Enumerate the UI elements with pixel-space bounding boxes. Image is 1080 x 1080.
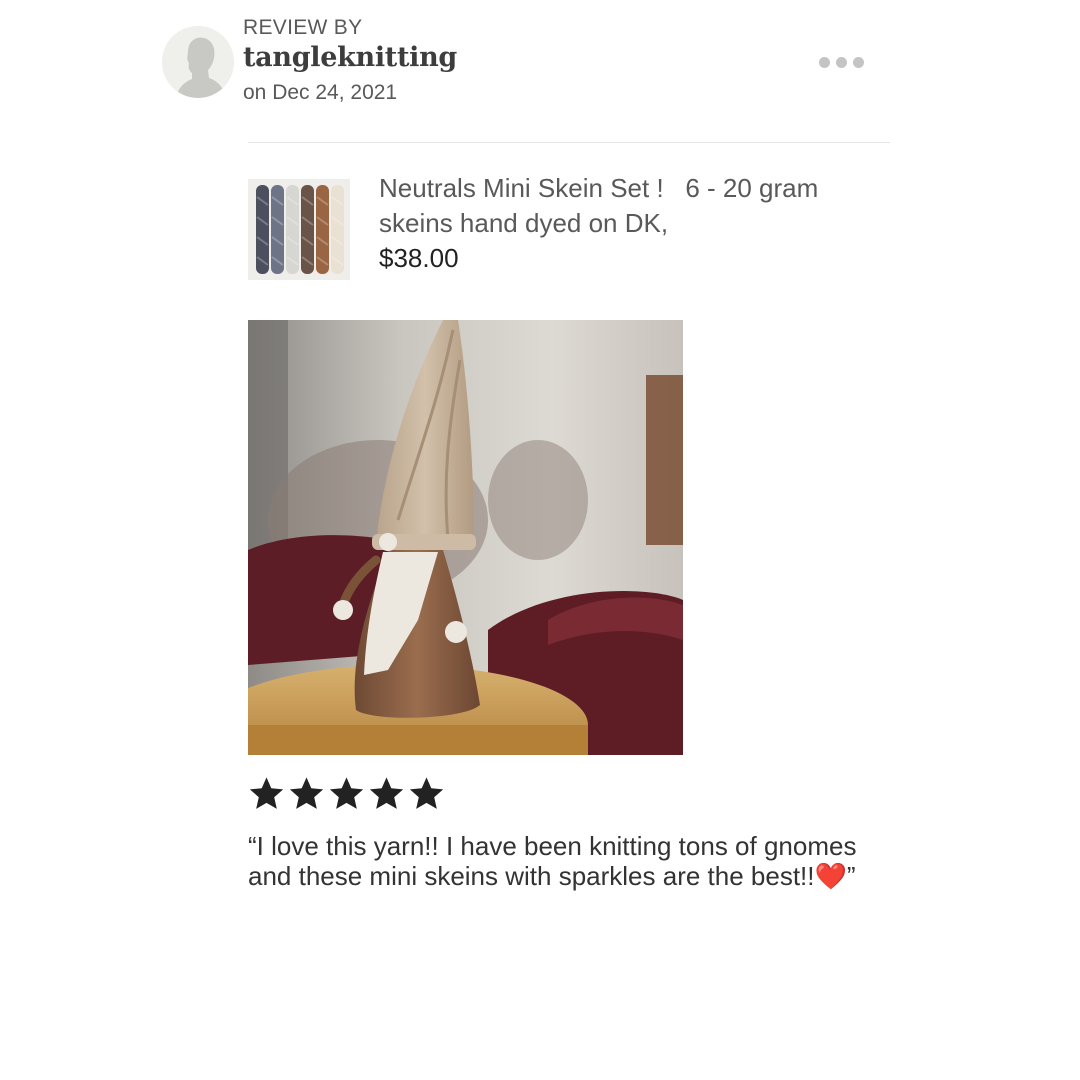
star-icon — [409, 777, 444, 809]
star-rating — [248, 775, 445, 815]
star-icon — [329, 777, 364, 809]
review-by-label: REVIEW BY — [243, 16, 363, 39]
gnome-photo-image — [248, 320, 683, 755]
header-divider — [248, 142, 890, 143]
listing-title-link[interactable]: Neutrals Mini Skein Set ! 6 - 20 gram sk… — [379, 171, 849, 241]
listing-thumbnail[interactable] — [248, 179, 350, 280]
listing-thumbnail-image — [248, 179, 350, 280]
listing-price: $38.00 — [379, 243, 459, 273]
reviewer-username[interactable]: tangleknitting — [243, 42, 457, 73]
more-options-icon — [818, 56, 830, 68]
default-avatar-icon — [162, 26, 234, 98]
review-photo[interactable] — [248, 320, 683, 755]
more-options-dot — [835, 56, 847, 68]
review-text: “I love this yarn!! I have been knitting… — [248, 831, 857, 891]
star-icon — [249, 777, 284, 809]
star-icon — [289, 777, 324, 809]
more-options-dot — [852, 56, 864, 68]
star-icon — [369, 777, 404, 809]
more-options-button[interactable] — [814, 50, 868, 74]
reviewer-avatar[interactable] — [162, 26, 234, 98]
review-date: on Dec 24, 2021 — [243, 81, 398, 104]
